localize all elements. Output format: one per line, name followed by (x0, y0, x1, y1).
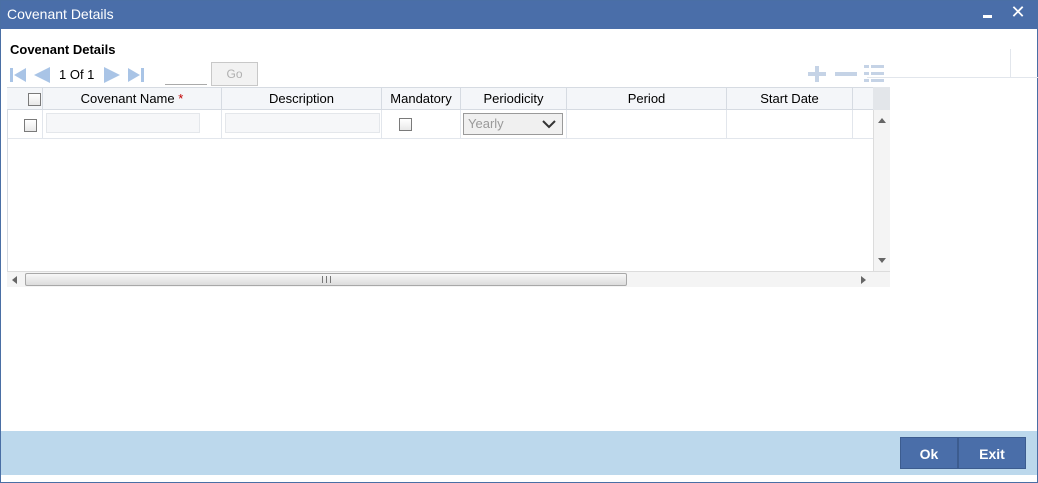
column-header-start-date[interactable]: Start Date (727, 88, 853, 110)
periodicity-cell: Yearly (461, 110, 567, 138)
select-all-checkbox[interactable] (28, 93, 41, 106)
scroll-right-icon[interactable] (861, 276, 866, 284)
vertical-scrollbar[interactable] (873, 110, 890, 271)
table-row: Yearly (8, 110, 874, 139)
description-cell (222, 110, 382, 138)
row-divider-overflow (867, 77, 1038, 78)
period-cell[interactable] (567, 110, 727, 138)
description-input[interactable] (225, 113, 380, 133)
column-divider-overflow (1010, 49, 1011, 78)
ok-button[interactable]: Ok (900, 437, 958, 469)
start-date-cell[interactable] (727, 110, 853, 138)
covenant-name-input[interactable] (46, 113, 200, 133)
footer-bar: Ok Exit (1, 431, 1037, 475)
go-button[interactable]: Go (211, 62, 258, 86)
section-title: Covenant Details (10, 42, 116, 57)
table-header: Covenant Name * Description Mandatory Pe… (7, 87, 890, 110)
page-number-input[interactable] (165, 64, 207, 85)
column-header-mandatory[interactable]: Mandatory (382, 88, 461, 110)
last-page-icon[interactable] (127, 66, 145, 84)
chevron-down-icon (542, 117, 556, 131)
mandatory-cell (382, 110, 461, 138)
column-header-period[interactable]: Period (567, 88, 727, 110)
covenant-grid: 1 Of 1 Go Covenant Name * Description Ma… (7, 62, 890, 288)
first-page-icon[interactable] (9, 66, 27, 84)
column-header-periodicity[interactable]: Periodicity (461, 88, 567, 110)
previous-page-icon[interactable] (33, 66, 51, 84)
periodicity-value: Yearly (468, 116, 504, 131)
required-marker: * (178, 91, 184, 106)
scrollbar-corner (873, 87, 890, 110)
minimize-icon[interactable] (981, 5, 995, 23)
next-page-icon[interactable] (103, 66, 121, 84)
add-row-icon[interactable] (806, 64, 828, 84)
horizontal-scroll-thumb[interactable] (25, 273, 627, 286)
column-header-covenant-name[interactable]: Covenant Name * (43, 88, 222, 110)
row-select-checkbox[interactable] (24, 119, 37, 132)
select-all-cell (7, 88, 43, 110)
covenant-details-window: Covenant Details ✕ Covenant Details 1 Of… (0, 0, 1038, 483)
grid-toolbar: 1 Of 1 Go (7, 62, 890, 87)
page-indicator: 1 Of 1 (59, 67, 95, 82)
delete-row-icon[interactable] (834, 64, 858, 84)
grip-icon (322, 276, 331, 283)
column-header-description[interactable]: Description (222, 88, 382, 110)
mandatory-checkbox[interactable] (399, 118, 412, 131)
window-title: Covenant Details (7, 6, 114, 22)
exit-button[interactable]: Exit (958, 437, 1026, 469)
close-icon[interactable]: ✕ (1010, 2, 1026, 22)
row-tools (804, 64, 888, 84)
horizontal-scrollbar[interactable] (7, 271, 890, 287)
single-record-view-icon[interactable] (862, 64, 886, 84)
table-body: Yearly (7, 110, 874, 271)
scroll-up-icon[interactable] (878, 118, 886, 123)
row-select-cell (8, 110, 43, 138)
periodicity-select[interactable]: Yearly (463, 113, 563, 135)
scroll-left-icon[interactable] (12, 276, 17, 284)
covenant-name-cell (43, 110, 222, 138)
title-bar: Covenant Details ✕ (1, 1, 1037, 29)
scroll-down-icon[interactable] (878, 258, 886, 263)
